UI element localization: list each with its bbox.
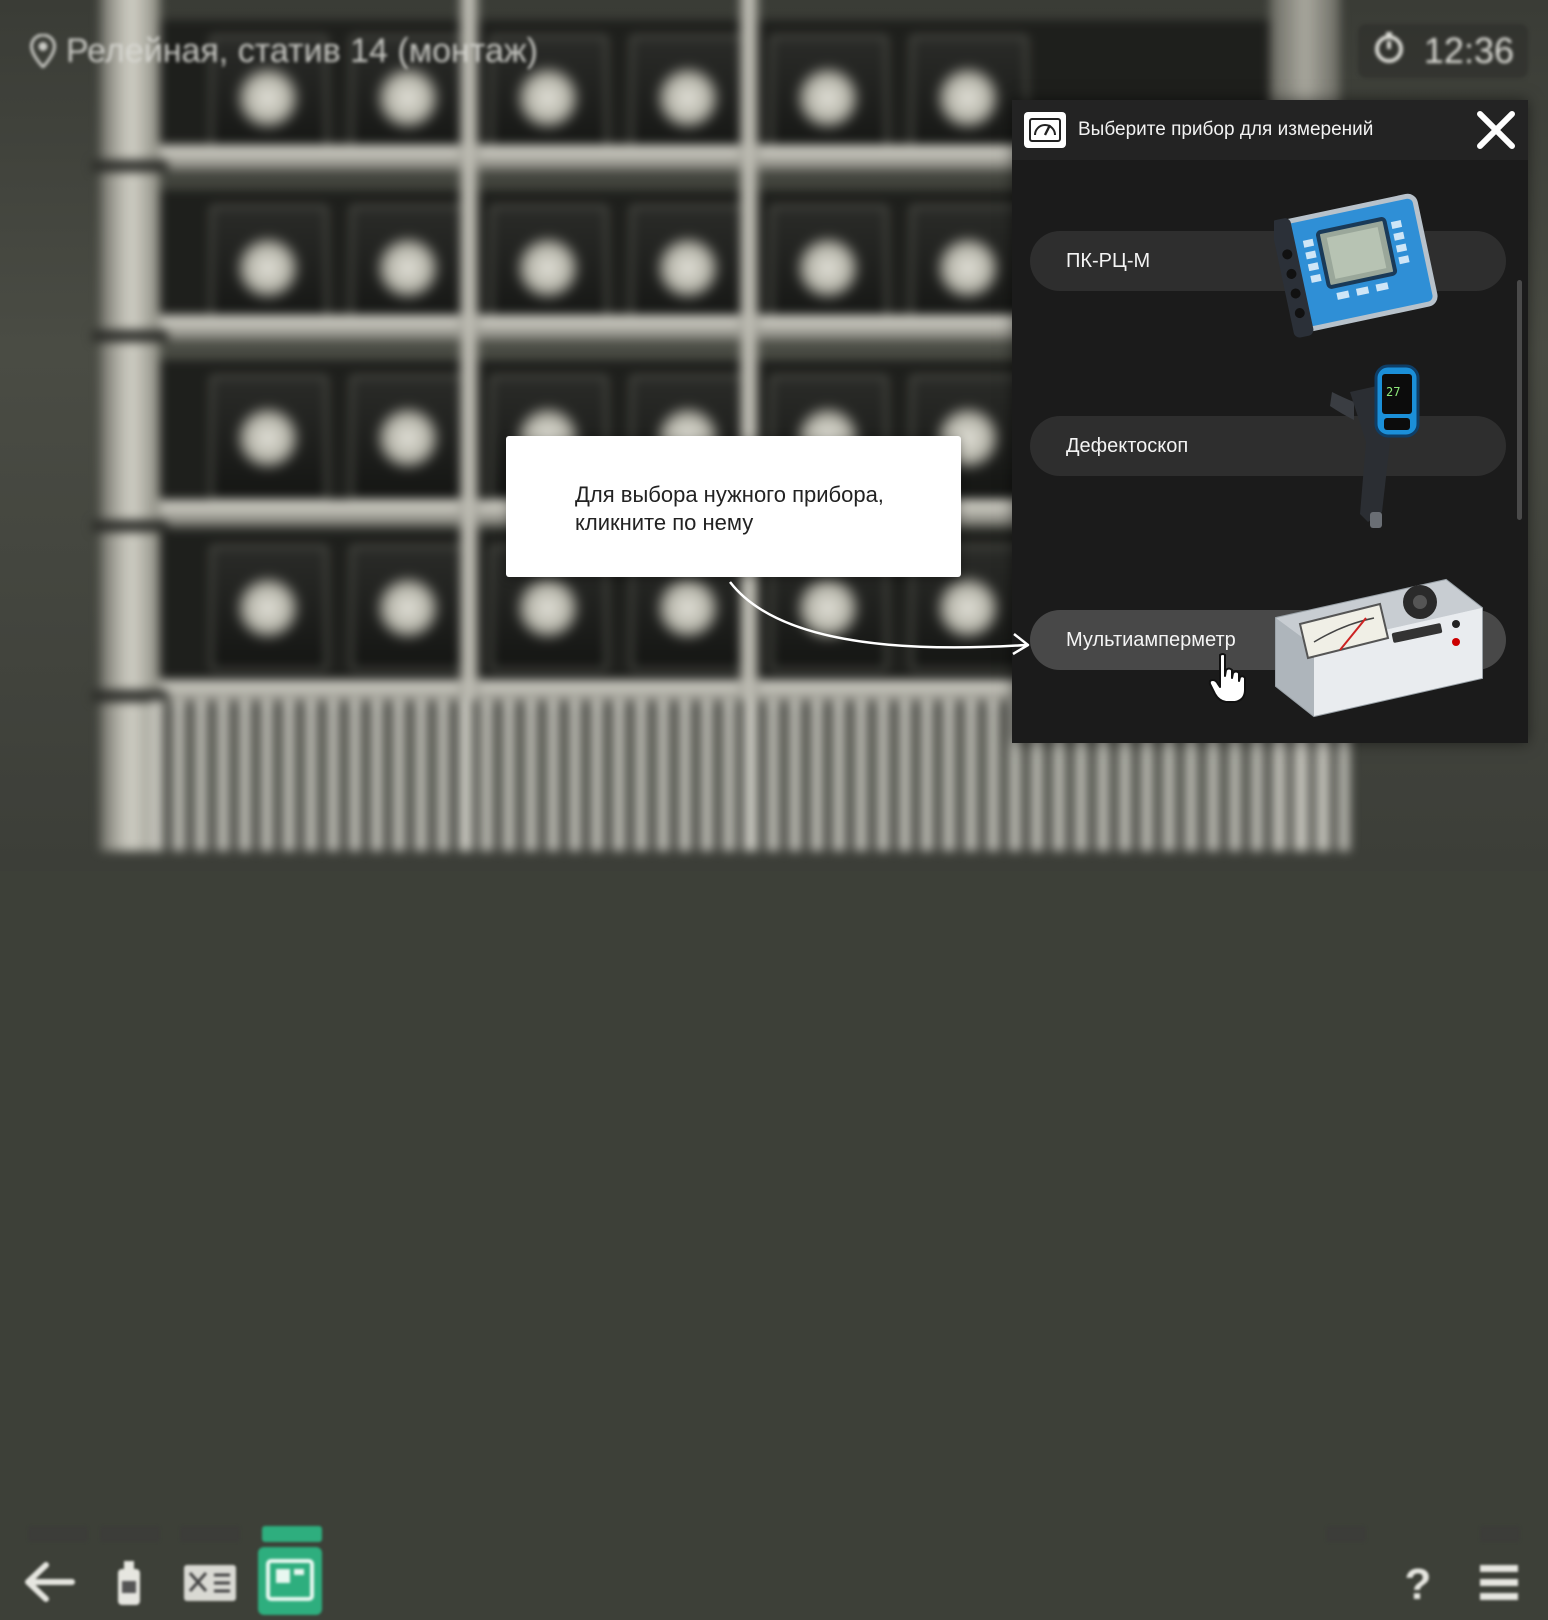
menu-icon — [1480, 1565, 1518, 1600]
panel-tool-button[interactable] — [182, 1561, 238, 1610]
bottom-toolbar: ? — [0, 761, 1548, 1615]
toolbar-tab-label — [180, 1526, 240, 1542]
pointer-arrow-icon — [729, 581, 1030, 656]
toolbar-tab-label — [262, 1526, 322, 1542]
toolbar-tab-label — [1326, 1526, 1366, 1542]
back-arrow-icon — [25, 1562, 75, 1602]
back-arrow-button[interactable] — [22, 1559, 76, 1610]
bottle-icon — [118, 1561, 140, 1605]
toolbar-tab-label — [28, 1526, 88, 1542]
toolbar-tab-label — [1480, 1526, 1520, 1542]
device-tool-button-active[interactable] — [258, 1547, 322, 1620]
menu-button[interactable] — [1478, 1563, 1520, 1608]
help-icon: ? — [1405, 1560, 1432, 1609]
bottle-tool-button[interactable] — [114, 1559, 144, 1612]
toolbar-tab-label — [100, 1526, 160, 1542]
help-button[interactable]: ? — [1396, 1559, 1440, 1612]
panel-icon — [184, 1565, 236, 1601]
device-icon — [258, 1547, 322, 1615]
svg-text:?: ? — [1405, 1560, 1432, 1607]
